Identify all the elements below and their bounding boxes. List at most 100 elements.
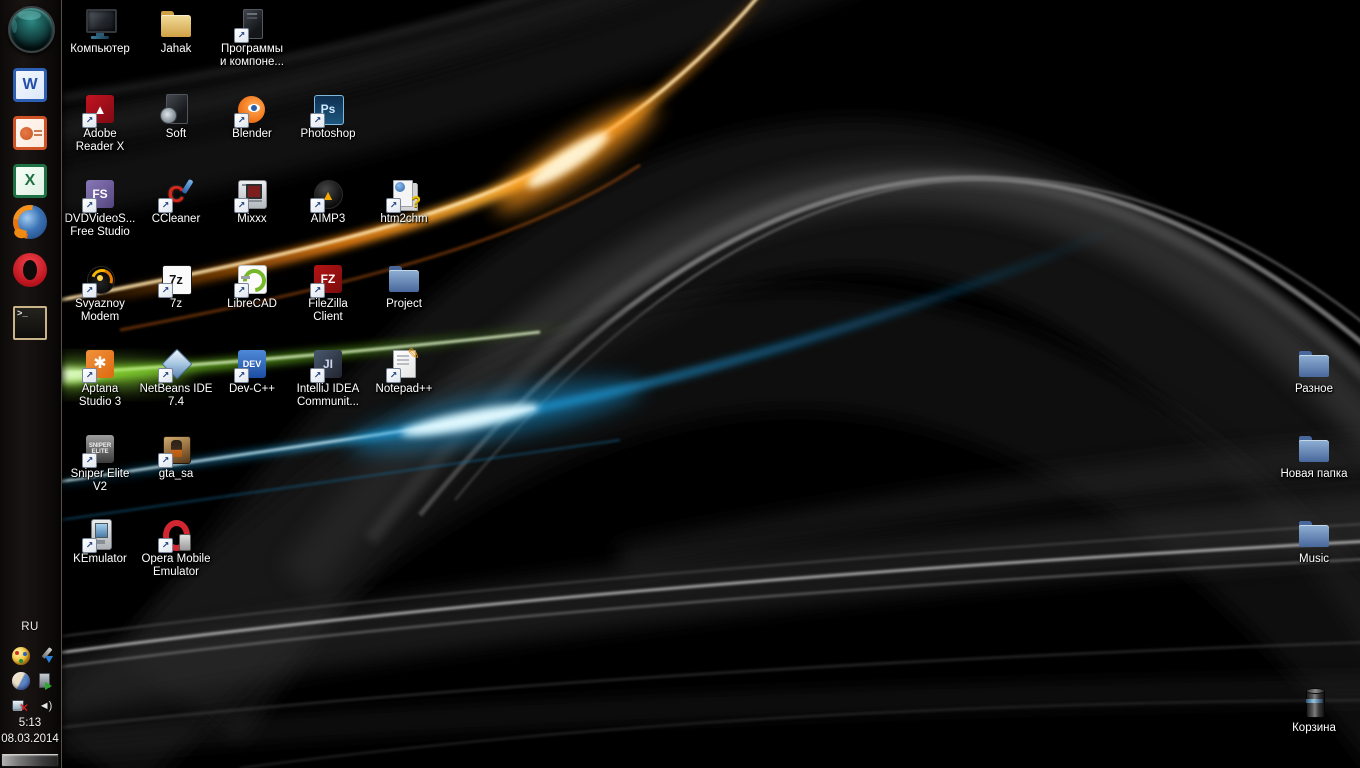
- desktop-icon-svyaznoy-modem[interactable]: ↗Svyaznoy Modem: [57, 262, 143, 324]
- desktop-icon-netbeans[interactable]: ↗NetBeans IDE 7.4: [133, 347, 219, 409]
- desktop-icon-filezilla[interactable]: FZ↗FileZilla Client: [285, 262, 371, 324]
- desktop-icon-label: FileZilla Client: [285, 298, 371, 324]
- safely-remove-tray-icon[interactable]: [37, 672, 55, 690]
- shortcut-arrow-overlay: ↗: [82, 198, 97, 213]
- desktop-icon-aimp3[interactable]: ▲↗AIMP3: [285, 177, 371, 226]
- desktop-icon-label: Photoshop: [285, 128, 371, 141]
- desktop-icon-label: Svyaznoy Modem: [57, 298, 143, 324]
- desktop-icon-label: Sniper Elite V2: [57, 468, 143, 494]
- desktop-icon-gta-sa[interactable]: ↗ gta_sa: [133, 432, 219, 481]
- taskbar-app-word-icon[interactable]: W: [13, 68, 47, 102]
- desktop-icon-label: CCleaner: [133, 213, 219, 226]
- dvdvideosoft-icon: FS↗: [82, 177, 118, 211]
- shortcut-arrow-overlay: ↗: [310, 368, 325, 383]
- desktop-icon-label: Разное: [1271, 383, 1357, 396]
- desktop-icon-mixxx[interactable]: ↗Mixxx: [209, 177, 295, 226]
- desktop-icon-photoshop[interactable]: Ps↗ Photoshop: [285, 92, 371, 141]
- photoshop-icon: Ps↗: [310, 92, 346, 126]
- desktop-icon-dvdvideosoft[interactable]: FS↗DVDVideoS... Free Studio: [57, 177, 143, 239]
- desktop-icon-label: Soft: [133, 128, 219, 141]
- taskbar-clock[interactable]: 5:13: [0, 717, 60, 729]
- shortcut-arrow-overlay: ↗: [82, 453, 97, 468]
- desktop-icon-aptana[interactable]: ✱↗Aptana Studio 3: [57, 347, 143, 409]
- project-icon: [386, 262, 422, 296]
- language-indicator[interactable]: RU: [0, 621, 60, 633]
- desktop-icon-label: Adobe Reader X: [57, 128, 143, 154]
- shortcut-arrow-overlay: ↗: [310, 283, 325, 298]
- sniper-elite-v2-icon: SNIPER ELITE↗: [82, 432, 118, 466]
- shortcut-arrow-overlay: ↗: [234, 113, 249, 128]
- show-desktop-button[interactable]: [1, 754, 59, 767]
- desktop-icon-7z[interactable]: 7z↗7z: [133, 262, 219, 311]
- start-button-orb[interactable]: [8, 6, 55, 53]
- desktop-icon-ccleaner[interactable]: C↗CCleaner: [133, 177, 219, 226]
- taskbar-app-powerpoint-icon[interactable]: [13, 116, 47, 150]
- desktop-icon-adobe-reader[interactable]: ▲↗Adobe Reader X: [57, 92, 143, 154]
- desktop-icon-label: Aptana Studio 3: [57, 383, 143, 409]
- desktop-screen: КомпьютерJahak↗Программы и компоне... ▲↗A…: [0, 0, 1360, 768]
- desktop-icon-label: Music: [1271, 553, 1357, 566]
- devcpp-icon: DEV↗: [234, 347, 270, 381]
- desktop-icon-label: Mixxx: [209, 213, 295, 226]
- desktop-icon-label: Project: [361, 298, 447, 311]
- desktop-icon-label: Opera Mobile Emulator: [133, 553, 219, 579]
- desktop-icon-music[interactable]: Music: [1271, 517, 1357, 566]
- taskbar-app-firefox-icon[interactable]: [13, 205, 47, 239]
- volume-tray-icon[interactable]: ◄): [36, 697, 54, 715]
- korzina-icon: [1296, 686, 1332, 720]
- taskbar-app-excel-icon[interactable]: X: [13, 164, 47, 198]
- blender-icon: ↗: [234, 92, 270, 126]
- desktop-icon-soft[interactable]: Soft: [133, 92, 219, 141]
- shortcut-arrow-overlay: ↗: [82, 538, 97, 553]
- desktop-icon-label: Dev-C++: [209, 383, 295, 396]
- desktop-icon-htm2chm[interactable]: ?↗ htm2chm: [361, 177, 447, 226]
- desktop-icon-computer[interactable]: Компьютер: [57, 7, 143, 56]
- shortcut-arrow-overlay: ↗: [158, 283, 173, 298]
- desktop-icon-label: Notepad++: [361, 383, 447, 396]
- gta-sa-icon: ↗: [158, 432, 194, 466]
- desktop-icon-label: KEmulator: [57, 553, 143, 566]
- desktop-icon-novaya-papka[interactable]: Новая папка: [1271, 432, 1357, 481]
- desktop-icon-programs[interactable]: ↗Программы и компоне...: [209, 7, 295, 69]
- desktop-icon-project[interactable]: Project: [361, 262, 447, 311]
- raznoe-icon: [1296, 347, 1332, 381]
- desktop-icon-label: IntelliJ IDEA Communit...: [285, 383, 371, 409]
- desktop-icon-korzina[interactable]: Корзина: [1271, 686, 1357, 735]
- htm2chm-icon: ?↗: [386, 177, 422, 211]
- mixxx-icon: ↗: [234, 177, 270, 211]
- soft-icon: [158, 92, 194, 126]
- filezilla-icon: FZ↗: [310, 262, 346, 296]
- desktop-icon-kemulator[interactable]: ↗KEmulator: [57, 517, 143, 566]
- desktop-icon-label: 7z: [133, 298, 219, 311]
- desktop-icon-librecad[interactable]: ↗LibreCAD: [209, 262, 295, 311]
- desktop-icon-label: htm2chm: [361, 213, 447, 226]
- desktop-icon-label: gta_sa: [133, 468, 219, 481]
- desktop-icon-raznoe[interactable]: Разное: [1271, 347, 1357, 396]
- shortcut-arrow-overlay: ↗: [234, 198, 249, 213]
- intellij-idea-icon: JI↗: [310, 347, 346, 381]
- desktop-icon-intellij-idea[interactable]: JI↗IntelliJ IDEA Communit...: [285, 347, 371, 409]
- color-ball-tray-icon[interactable]: [12, 647, 30, 665]
- desktop-icon-jahak[interactable]: Jahak: [133, 7, 219, 56]
- desktop-icon-label: Новая папка: [1271, 468, 1357, 481]
- librecad-icon: ↗: [234, 262, 270, 296]
- desktop-icon-blender[interactable]: ↗Blender: [209, 92, 295, 141]
- taskbar-app-terminal-icon[interactable]: >_: [13, 306, 47, 340]
- desktop-icon-label: NetBeans IDE 7.4: [133, 383, 219, 409]
- desktop-icon-sniper-elite-v2[interactable]: SNIPER ELITE↗Sniper Elite V2: [57, 432, 143, 494]
- netbeans-icon: ↗: [158, 347, 194, 381]
- desktop-icon-devcpp[interactable]: DEV↗ Dev-C++: [209, 347, 295, 396]
- taskbar-date[interactable]: 08.03.2014: [0, 733, 60, 745]
- network-disconnected-tray-icon[interactable]: ✕: [11, 697, 29, 715]
- opera-mobile-icon: ↗: [158, 517, 194, 551]
- taskbar-app-opera-icon[interactable]: [13, 253, 47, 287]
- shortcut-arrow-overlay: ↗: [158, 198, 173, 213]
- desktop-icon-notepadpp[interactable]: ✎↗Notepad++: [361, 347, 447, 396]
- tool-download-tray-icon[interactable]: [37, 647, 55, 665]
- desktop-icon-label: DVDVideoS... Free Studio: [57, 213, 143, 239]
- computer-icon: [82, 7, 118, 41]
- desktop-icon-opera-mobile[interactable]: ↗Opera Mobile Emulator: [133, 517, 219, 579]
- programs-icon: ↗: [234, 7, 270, 41]
- shortcut-arrow-overlay: ↗: [386, 368, 401, 383]
- half-sphere-tray-icon[interactable]: [12, 672, 30, 690]
